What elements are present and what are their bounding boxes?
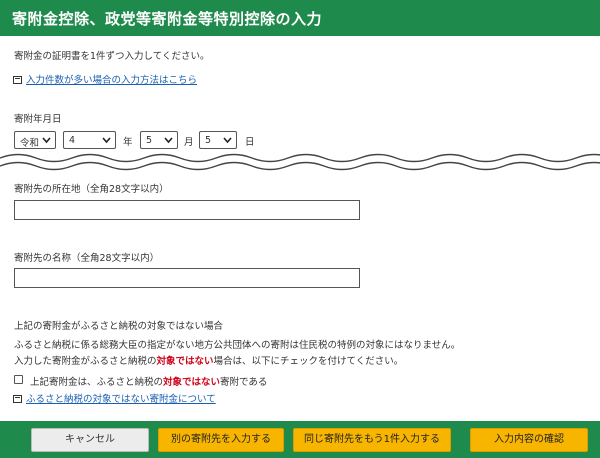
bulk-input-link-row: 入力件数が多い場合の入力方法はこちら — [13, 72, 197, 86]
era-value: 令和 — [20, 138, 40, 149]
not-furusato-checkbox-label: 上記寄附金は、ふるさと納税の対象ではない寄附である — [30, 377, 268, 388]
era-select[interactable]: 令和 — [14, 131, 56, 149]
year-unit: 年 — [123, 137, 133, 148]
day-value: 5 — [205, 135, 212, 146]
cancel-button[interactable]: キャンセル — [31, 428, 149, 452]
chevron-down-icon — [42, 137, 51, 144]
donation-date-label: 寄附年月日 — [14, 114, 62, 125]
recipient-name-input[interactable] — [14, 268, 360, 288]
day-unit: 日 — [245, 137, 255, 148]
chevron-down-icon — [102, 137, 111, 144]
page-title: 寄附金控除、政党等寄附金等特別控除の入力 — [12, 10, 323, 28]
furusato-info-link[interactable]: ふるさと納税の対象ではない寄附金について — [26, 394, 216, 405]
page-header: 寄附金控除、政党等寄附金等特別控除の入力 — [0, 0, 600, 36]
bulk-input-link[interactable]: 入力件数が多い場合の入力方法はこちら — [26, 75, 197, 86]
year-select[interactable]: 4 — [63, 131, 116, 149]
furusato-note-1: ふるさと納税に係る総務大臣の指定がない地方公共団体への寄附は住民税の特例の対象に… — [14, 340, 461, 351]
instruction-text: 寄附金の証明書を1件ずつ入力してください。 — [14, 51, 210, 62]
not-furusato-checkbox[interactable] — [14, 375, 23, 384]
address-input[interactable] — [14, 200, 360, 220]
chevron-down-icon — [223, 137, 232, 144]
recipient-name-label: 寄附先の名称（全角28文字以内） — [14, 253, 160, 264]
furusato-info-link-row: ふるさと納税の対象ではない寄附金について — [13, 391, 216, 405]
external-window-icon — [13, 395, 22, 403]
add-same-recipient-button[interactable]: 同じ寄附先をもう1件入力する — [293, 428, 451, 452]
day-select[interactable]: 5 — [199, 131, 237, 149]
address-label: 寄附先の所在地（全角28文字以内） — [14, 184, 169, 195]
month-value: 5 — [146, 135, 153, 146]
furusato-note-2: 入力した寄附金がふるさと納税の対象ではない場合は、以下にチェックを付けてください… — [14, 356, 404, 367]
chevron-down-icon — [164, 137, 173, 144]
month-unit: 月 — [184, 137, 194, 148]
furusato-heading: 上記の寄附金がふるさと納税の対象ではない場合 — [14, 321, 224, 332]
omission-wave-divider — [0, 153, 600, 171]
confirm-input-button[interactable]: 入力内容の確認 — [470, 428, 588, 452]
add-another-recipient-button[interactable]: 別の寄附先を入力する — [158, 428, 284, 452]
year-value: 4 — [69, 135, 76, 146]
external-window-icon — [13, 76, 22, 84]
month-select[interactable]: 5 — [140, 131, 178, 149]
